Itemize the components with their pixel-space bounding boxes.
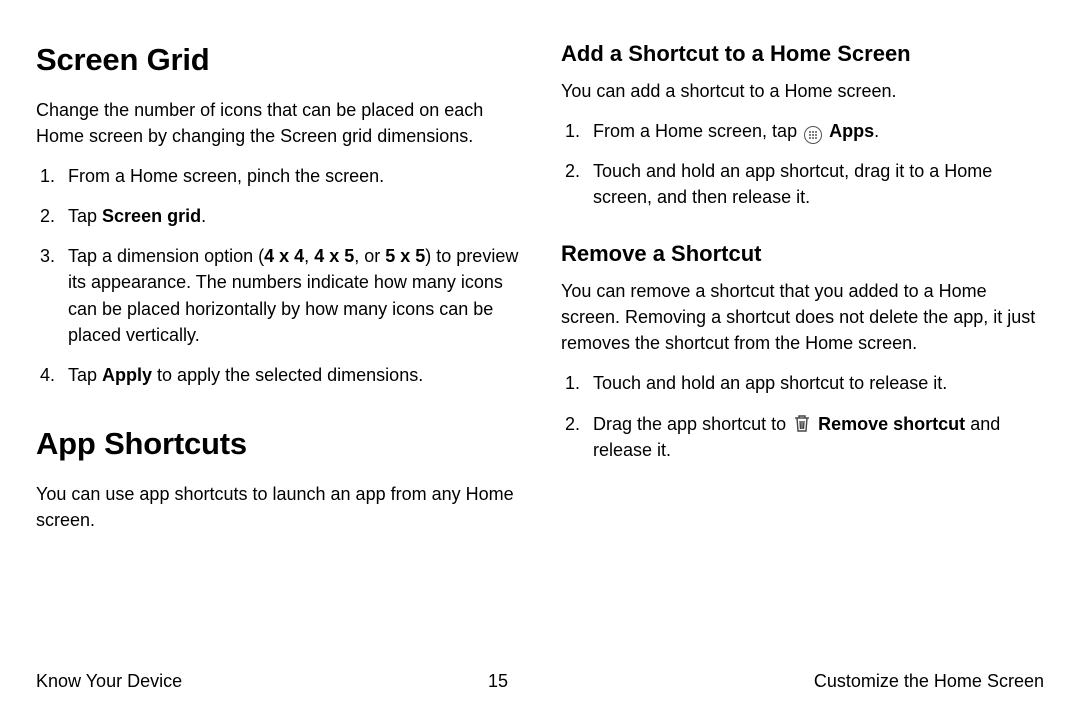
footer-left: Know Your Device <box>36 668 182 694</box>
heading-add-shortcut: Add a Shortcut to a Home Screen <box>561 38 1044 70</box>
heading-app-shortcuts: App Shortcuts <box>36 422 519 467</box>
heading-remove-shortcut: Remove a Shortcut <box>561 238 1044 270</box>
list-screen-grid-steps: From a Home screen, pinch the screen. Ta… <box>36 163 519 388</box>
list-item: Drag the app shortcut to Remove shortcut… <box>561 411 1044 463</box>
list-item: Tap Screen grid. <box>36 203 519 229</box>
para-remove-shortcut-intro: You can remove a shortcut that you added… <box>561 278 1044 356</box>
apps-icon <box>804 126 822 144</box>
footer-page-number: 15 <box>488 668 508 694</box>
heading-screen-grid: Screen Grid <box>36 38 519 83</box>
para-app-shortcuts-intro: You can use app shortcuts to launch an a… <box>36 481 519 533</box>
list-add-shortcut-steps: From a Home screen, tap Apps. Touch and … <box>561 118 1044 210</box>
footer-right: Customize the Home Screen <box>814 668 1044 694</box>
para-add-shortcut-intro: You can add a shortcut to a Home screen. <box>561 78 1044 104</box>
para-screen-grid-intro: Change the number of icons that can be p… <box>36 97 519 149</box>
page-footer: Know Your Device 15 Customize the Home S… <box>36 668 1044 694</box>
list-item: From a Home screen, pinch the screen. <box>36 163 519 189</box>
right-column: Add a Shortcut to a Home Screen You can … <box>561 38 1044 547</box>
list-item: Touch and hold an app shortcut, drag it … <box>561 158 1044 210</box>
list-item: From a Home screen, tap Apps. <box>561 118 1044 144</box>
trash-icon <box>793 413 811 433</box>
list-remove-shortcut-steps: Touch and hold an app shortcut to releas… <box>561 370 1044 462</box>
list-item: Tap a dimension option (4 x 4, 4 x 5, or… <box>36 243 519 347</box>
list-item: Touch and hold an app shortcut to releas… <box>561 370 1044 396</box>
left-column: Screen Grid Change the number of icons t… <box>36 38 519 547</box>
list-item: Tap Apply to apply the selected dimensio… <box>36 362 519 388</box>
